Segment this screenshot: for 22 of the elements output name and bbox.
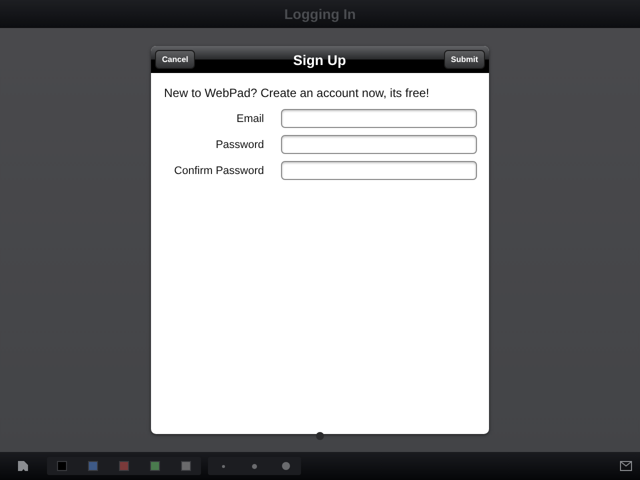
screen-title: Logging In: [284, 6, 356, 22]
submit-button[interactable]: Submit: [444, 50, 485, 69]
field-label: Email: [235, 112, 264, 124]
brush-size-dot[interactable]: [222, 464, 225, 468]
brush-size-dot[interactable]: [252, 464, 257, 468]
input-field[interactable]: [281, 161, 477, 180]
color-swatch[interactable]: [88, 461, 98, 471]
dot-icon: [316, 432, 324, 440]
document-icon[interactable]: [17, 460, 29, 472]
color-swatch[interactable]: [150, 461, 160, 471]
mail-icon[interactable]: [620, 461, 632, 471]
field-label: Confirm Password: [173, 164, 264, 176]
color-swatch[interactable]: [57, 461, 67, 471]
brush-size-dot[interactable]: [282, 462, 290, 470]
intro-text: New to WebPad? Create an account now, its free!: [164, 86, 430, 100]
input-field[interactable]: [281, 109, 477, 128]
color-swatch[interactable]: [181, 461, 191, 471]
dialog-title: Sign Up: [293, 52, 346, 68]
input-field[interactable]: [281, 135, 477, 154]
cancel-button[interactable]: Cancel: [155, 50, 196, 69]
color-swatch[interactable]: [119, 461, 129, 471]
field-label: Password: [214, 138, 264, 150]
